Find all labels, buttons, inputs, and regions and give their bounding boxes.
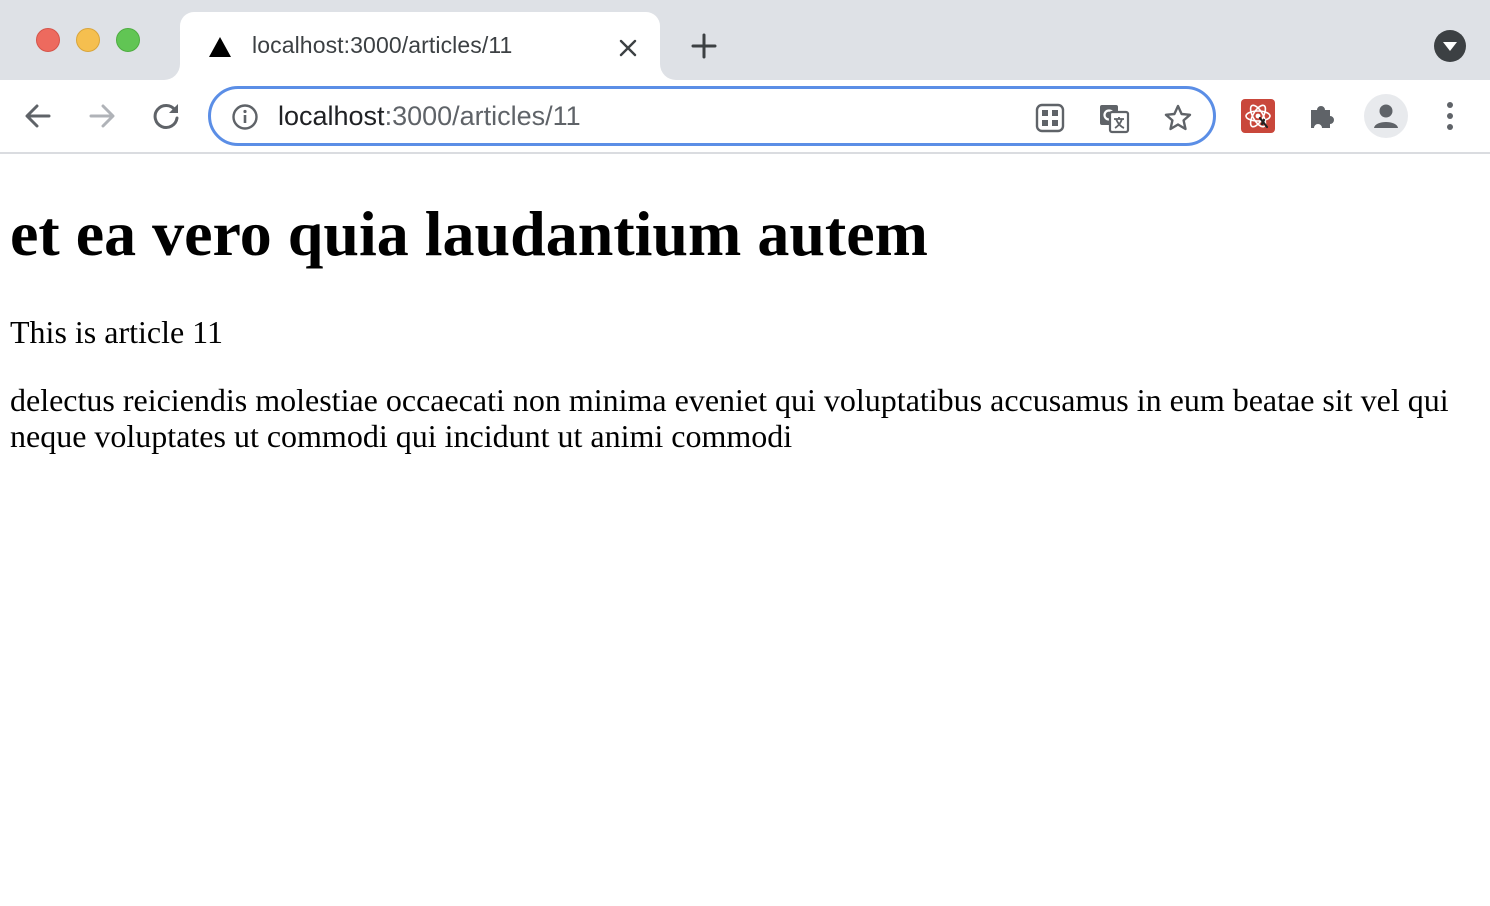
person-icon[interactable] xyxy=(1364,94,1408,138)
url-host: localhost xyxy=(278,101,385,131)
plus-icon[interactable] xyxy=(686,28,722,64)
reload-icon[interactable] xyxy=(146,96,186,136)
window-maximize-button[interactable] xyxy=(116,28,140,52)
url-text[interactable]: localhost:3000/articles/11 xyxy=(278,101,581,132)
window-close-button[interactable] xyxy=(36,28,60,52)
toolbar: localhost:3000/articles/11 xyxy=(0,80,1490,154)
triangle-icon xyxy=(208,36,232,58)
address-bar[interactable]: localhost:3000/articles/11 xyxy=(208,86,1216,146)
browser-window: localhost:3000/articles/11 localhost:300 xyxy=(0,0,1490,906)
article-subtitle: This is article 11 xyxy=(10,314,223,350)
url-path: :3000/articles/11 xyxy=(384,101,581,131)
react-devtools-icon[interactable] xyxy=(1241,99,1275,133)
page-content: et ea vero quia laudantium autem This is… xyxy=(0,156,1490,906)
qr-code-icon[interactable] xyxy=(1033,101,1067,135)
chevron-down-icon[interactable] xyxy=(1434,30,1466,62)
article-title: et ea vero quia laudantium autem xyxy=(10,198,928,269)
tab-strip: localhost:3000/articles/11 xyxy=(0,0,1490,80)
translate-icon[interactable] xyxy=(1097,101,1131,135)
arrow-right-icon[interactable] xyxy=(82,96,122,136)
info-icon[interactable] xyxy=(231,103,259,131)
star-icon[interactable] xyxy=(1161,101,1195,135)
arrow-left-icon[interactable] xyxy=(18,96,58,136)
tab-title: localhost:3000/articles/11 xyxy=(252,32,513,58)
window-minimize-button[interactable] xyxy=(76,28,100,52)
tab-active[interactable]: localhost:3000/articles/11 xyxy=(180,12,660,80)
kebab-menu-icon[interactable] xyxy=(1430,96,1470,136)
close-icon[interactable] xyxy=(614,34,642,62)
puzzle-icon[interactable] xyxy=(1302,96,1342,136)
article-body: delectus reiciendis molestiae occaecati … xyxy=(10,382,1449,454)
